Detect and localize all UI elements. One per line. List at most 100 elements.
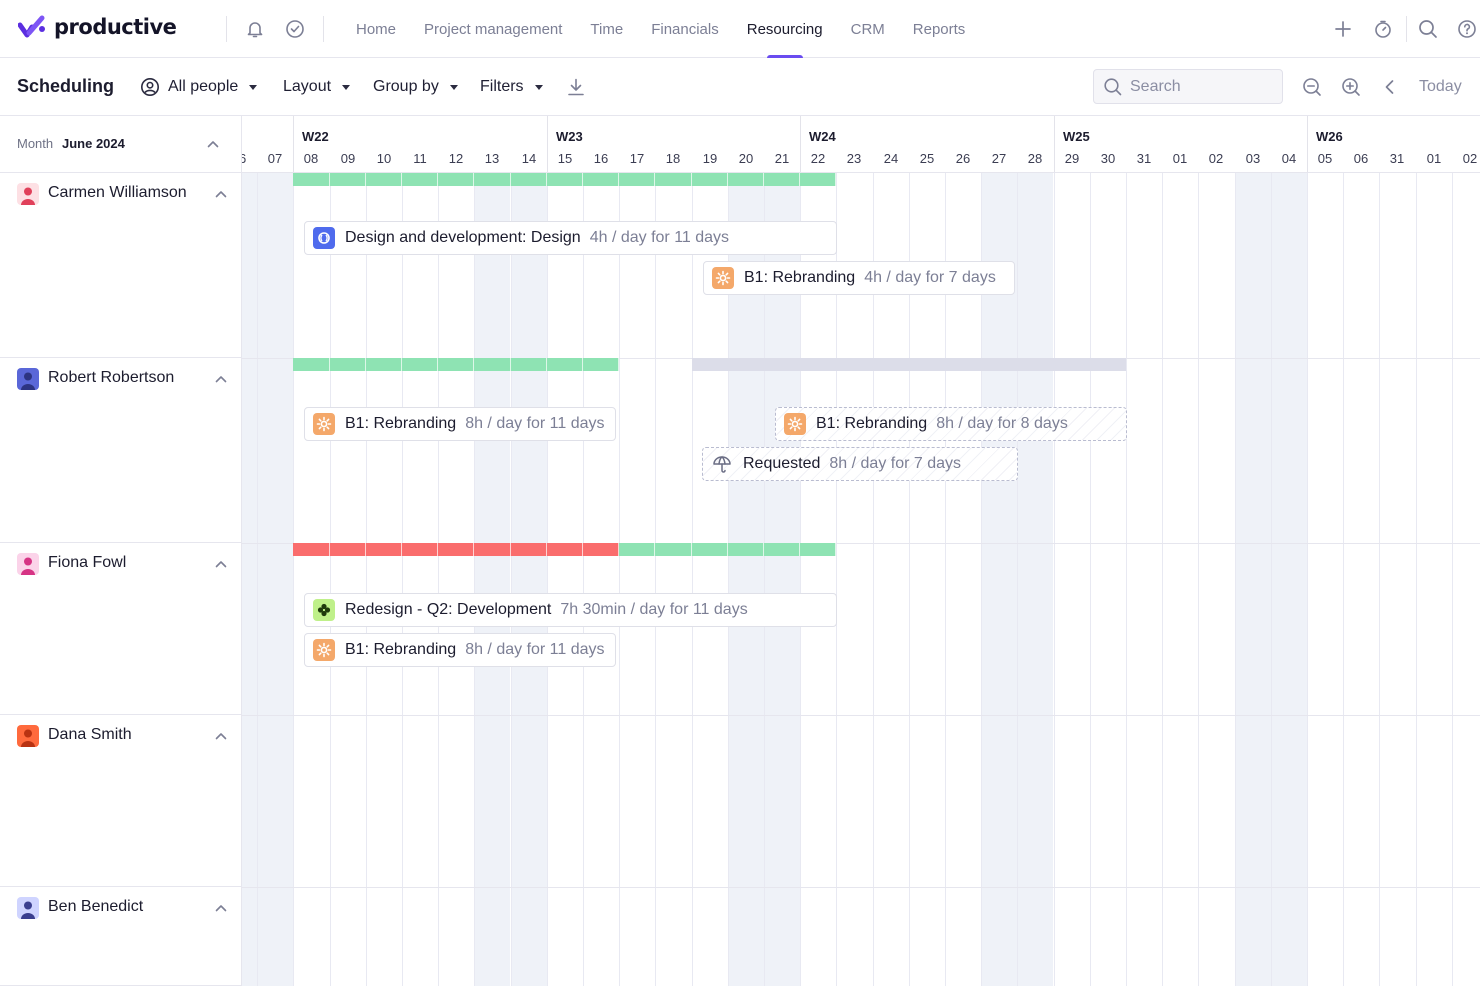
chevron-up-icon[interactable]: [214, 901, 228, 915]
chevron-left-icon[interactable]: [1379, 76, 1401, 98]
search-input[interactable]: Search: [1093, 69, 1283, 104]
capacity-segment: [836, 358, 873, 371]
day-label: 27: [991, 151, 1007, 166]
search-placeholder: Search: [1130, 77, 1181, 95]
capacity-segment: [402, 358, 438, 371]
capacity-segment: [655, 173, 692, 186]
umbrella-icon: [711, 453, 733, 475]
chevron-up-icon[interactable]: [214, 729, 228, 743]
capacity-segment: [583, 358, 619, 371]
layout-dropdown[interactable]: Layout: [283, 74, 351, 100]
capacity-segment: [547, 358, 583, 371]
group-by-dropdown[interactable]: Group by: [373, 74, 458, 100]
day-label: 08: [303, 151, 319, 166]
zoom-in-icon[interactable]: [1340, 76, 1362, 98]
divider: [226, 16, 227, 42]
capacity-segment: [330, 543, 366, 556]
download-icon: [568, 78, 584, 96]
divider: [323, 16, 324, 42]
capacity-segment: [511, 173, 547, 186]
weekend-column: [1017, 173, 1053, 986]
zoom-out-icon[interactable]: [1301, 76, 1323, 98]
nav-item-reports[interactable]: Reports: [899, 0, 980, 58]
person-name[interactable]: Robert Robertson: [48, 369, 174, 387]
bell-icon[interactable]: [244, 18, 266, 40]
capacity-segment: [547, 543, 583, 556]
capacity-bar: [293, 543, 619, 556]
person-name[interactable]: Fiona Fowl: [48, 554, 126, 572]
booking-card[interactable]: B1: Rebranding 8h / day for 11 days: [304, 633, 616, 667]
chevron-up-icon[interactable]: [214, 557, 228, 571]
capacity-segment: [366, 173, 402, 186]
timer-icon[interactable]: [1372, 18, 1394, 40]
filters-label: Filters: [480, 78, 524, 95]
booking-card[interactable]: Requested 8h / day for 7 days: [702, 447, 1018, 481]
download-button[interactable]: [566, 74, 586, 100]
booking-card[interactable]: B1: Rebranding 4h / day for 7 days: [703, 261, 1015, 295]
filters-dropdown[interactable]: Filters: [480, 74, 543, 100]
booking-detail: 8h / day for 7 days: [829, 455, 962, 472]
capacity-bar: [293, 358, 619, 371]
day-label: 14: [521, 151, 537, 166]
day-label: 03: [1245, 151, 1261, 166]
capacity-segment: [330, 358, 366, 371]
day-label: 17: [629, 151, 645, 166]
nav-item-home[interactable]: Home: [342, 0, 410, 58]
logo[interactable]: productive: [18, 14, 177, 40]
main-nav: Home Project management Time Financials Reso…: [342, 0, 979, 58]
day-column: [1343, 173, 1379, 986]
day-label: 01: [1172, 151, 1188, 166]
capacity-segment: [1090, 358, 1126, 371]
booking-title: B1: Rebranding: [345, 641, 457, 658]
capacity-segment: [728, 358, 764, 371]
check-circle-icon[interactable]: [284, 18, 306, 40]
capacity-segment: [800, 358, 836, 371]
booking-card[interactable]: B1: Rebranding 8h / day for 8 days: [775, 407, 1127, 441]
booking-title: Redesign - Q2: Development: [345, 601, 552, 618]
chevron-up-icon[interactable]: [214, 187, 228, 201]
capacity-segment: [764, 543, 800, 556]
capacity-segment: [583, 173, 619, 186]
scheduling-toolbar: Scheduling All people Layout Group by Fi…: [0, 58, 1480, 116]
day-label: 02: [1462, 151, 1478, 166]
day-label: 25: [919, 151, 935, 166]
nav-item-resourcing[interactable]: Resourcing: [733, 0, 837, 58]
day-column: [1307, 173, 1343, 986]
day-column: [1162, 173, 1198, 986]
capacity-segment: [981, 358, 1017, 371]
search-icon[interactable]: [1417, 18, 1439, 40]
plus-icon[interactable]: [1332, 18, 1354, 40]
today-button[interactable]: Today: [1419, 78, 1462, 96]
person-name[interactable]: Dana Smith: [48, 726, 132, 744]
avatar: [17, 368, 39, 390]
nav-item-financials[interactable]: Financials: [637, 0, 733, 58]
capacity-segment: [764, 358, 800, 371]
booking-card[interactable]: Redesign - Q2: Development 7h 30min / day…: [304, 593, 837, 627]
month-label: Month: [17, 136, 54, 151]
capacity-segment: [583, 543, 619, 556]
capacity-segment: [728, 173, 764, 186]
day-column: [619, 173, 655, 986]
week-label: W22: [302, 129, 329, 144]
nav-item-crm[interactable]: CRM: [837, 0, 899, 58]
booking-title: B1: Rebranding: [345, 415, 457, 432]
nav-item-time[interactable]: Time: [576, 0, 637, 58]
chevron-up-icon[interactable]: [214, 372, 228, 386]
help-icon[interactable]: [1456, 18, 1478, 40]
day-label: 23: [846, 151, 862, 166]
people-filter-dropdown[interactable]: All people: [140, 74, 258, 100]
chevron-up-icon[interactable]: [206, 137, 220, 151]
capacity-segment: [474, 173, 511, 186]
capacity-segment: [330, 173, 366, 186]
person-name[interactable]: Carmen Williamson: [48, 184, 187, 202]
booking-title: Requested: [743, 455, 821, 472]
booking-card[interactable]: Design and development: Design 4h / day f…: [304, 221, 837, 255]
day-label: 24: [883, 151, 899, 166]
booking-card[interactable]: B1: Rebranding 8h / day for 11 days: [304, 407, 616, 441]
person-name[interactable]: Ben Benedict: [48, 898, 143, 916]
nav-item-project-management[interactable]: Project management: [410, 0, 576, 58]
month-selector[interactable]: Month June 2024: [0, 116, 242, 173]
capacity-segment: [619, 543, 655, 556]
day-label: 29: [1064, 151, 1080, 166]
day-label: 30: [1100, 151, 1116, 166]
